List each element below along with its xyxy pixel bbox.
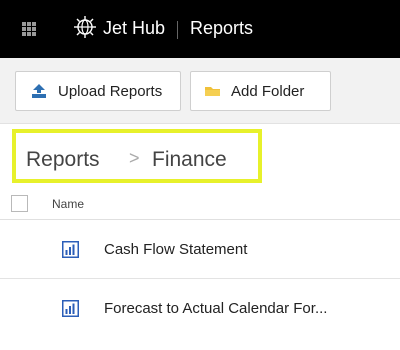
breadcrumb-separator: > (129, 148, 140, 168)
toolbar: Upload Reports Add Folder (0, 58, 400, 124)
breadcrumb-item-finance: Finance (152, 148, 227, 171)
breadcrumb: Reports > Finance (12, 129, 262, 183)
jet-hub-globe-icon (74, 16, 96, 38)
folder-icon (205, 87, 220, 96)
upload-reports-button[interactable]: Upload Reports (15, 71, 181, 111)
select-all-checkbox[interactable] (11, 195, 28, 212)
section-title: Reports (190, 18, 254, 38)
header-divider (177, 21, 178, 39)
add-folder-label: Add Folder (231, 82, 305, 100)
column-header-name[interactable]: Name (52, 197, 84, 211)
report-name[interactable]: Cash Flow Statement (104, 241, 247, 258)
upload-icon (32, 84, 46, 98)
app-name[interactable]: Jet Hub (103, 18, 165, 39)
report-icon (62, 300, 79, 317)
table-row[interactable]: Cash Flow Statement (0, 221, 400, 279)
upload-reports-label: Upload Reports (58, 82, 163, 100)
table-row[interactable]: Forecast to Actual Calendar For... (0, 280, 400, 338)
add-folder-button[interactable]: Add Folder (190, 71, 331, 111)
table-header: Name (0, 190, 400, 220)
breadcrumb-item-reports[interactable]: Reports (26, 148, 100, 172)
report-icon (62, 241, 79, 258)
top-bar: Jet Hub Reports (0, 0, 400, 58)
app-grid-icon[interactable] (22, 22, 36, 36)
report-name[interactable]: Forecast to Actual Calendar For... (104, 300, 327, 317)
